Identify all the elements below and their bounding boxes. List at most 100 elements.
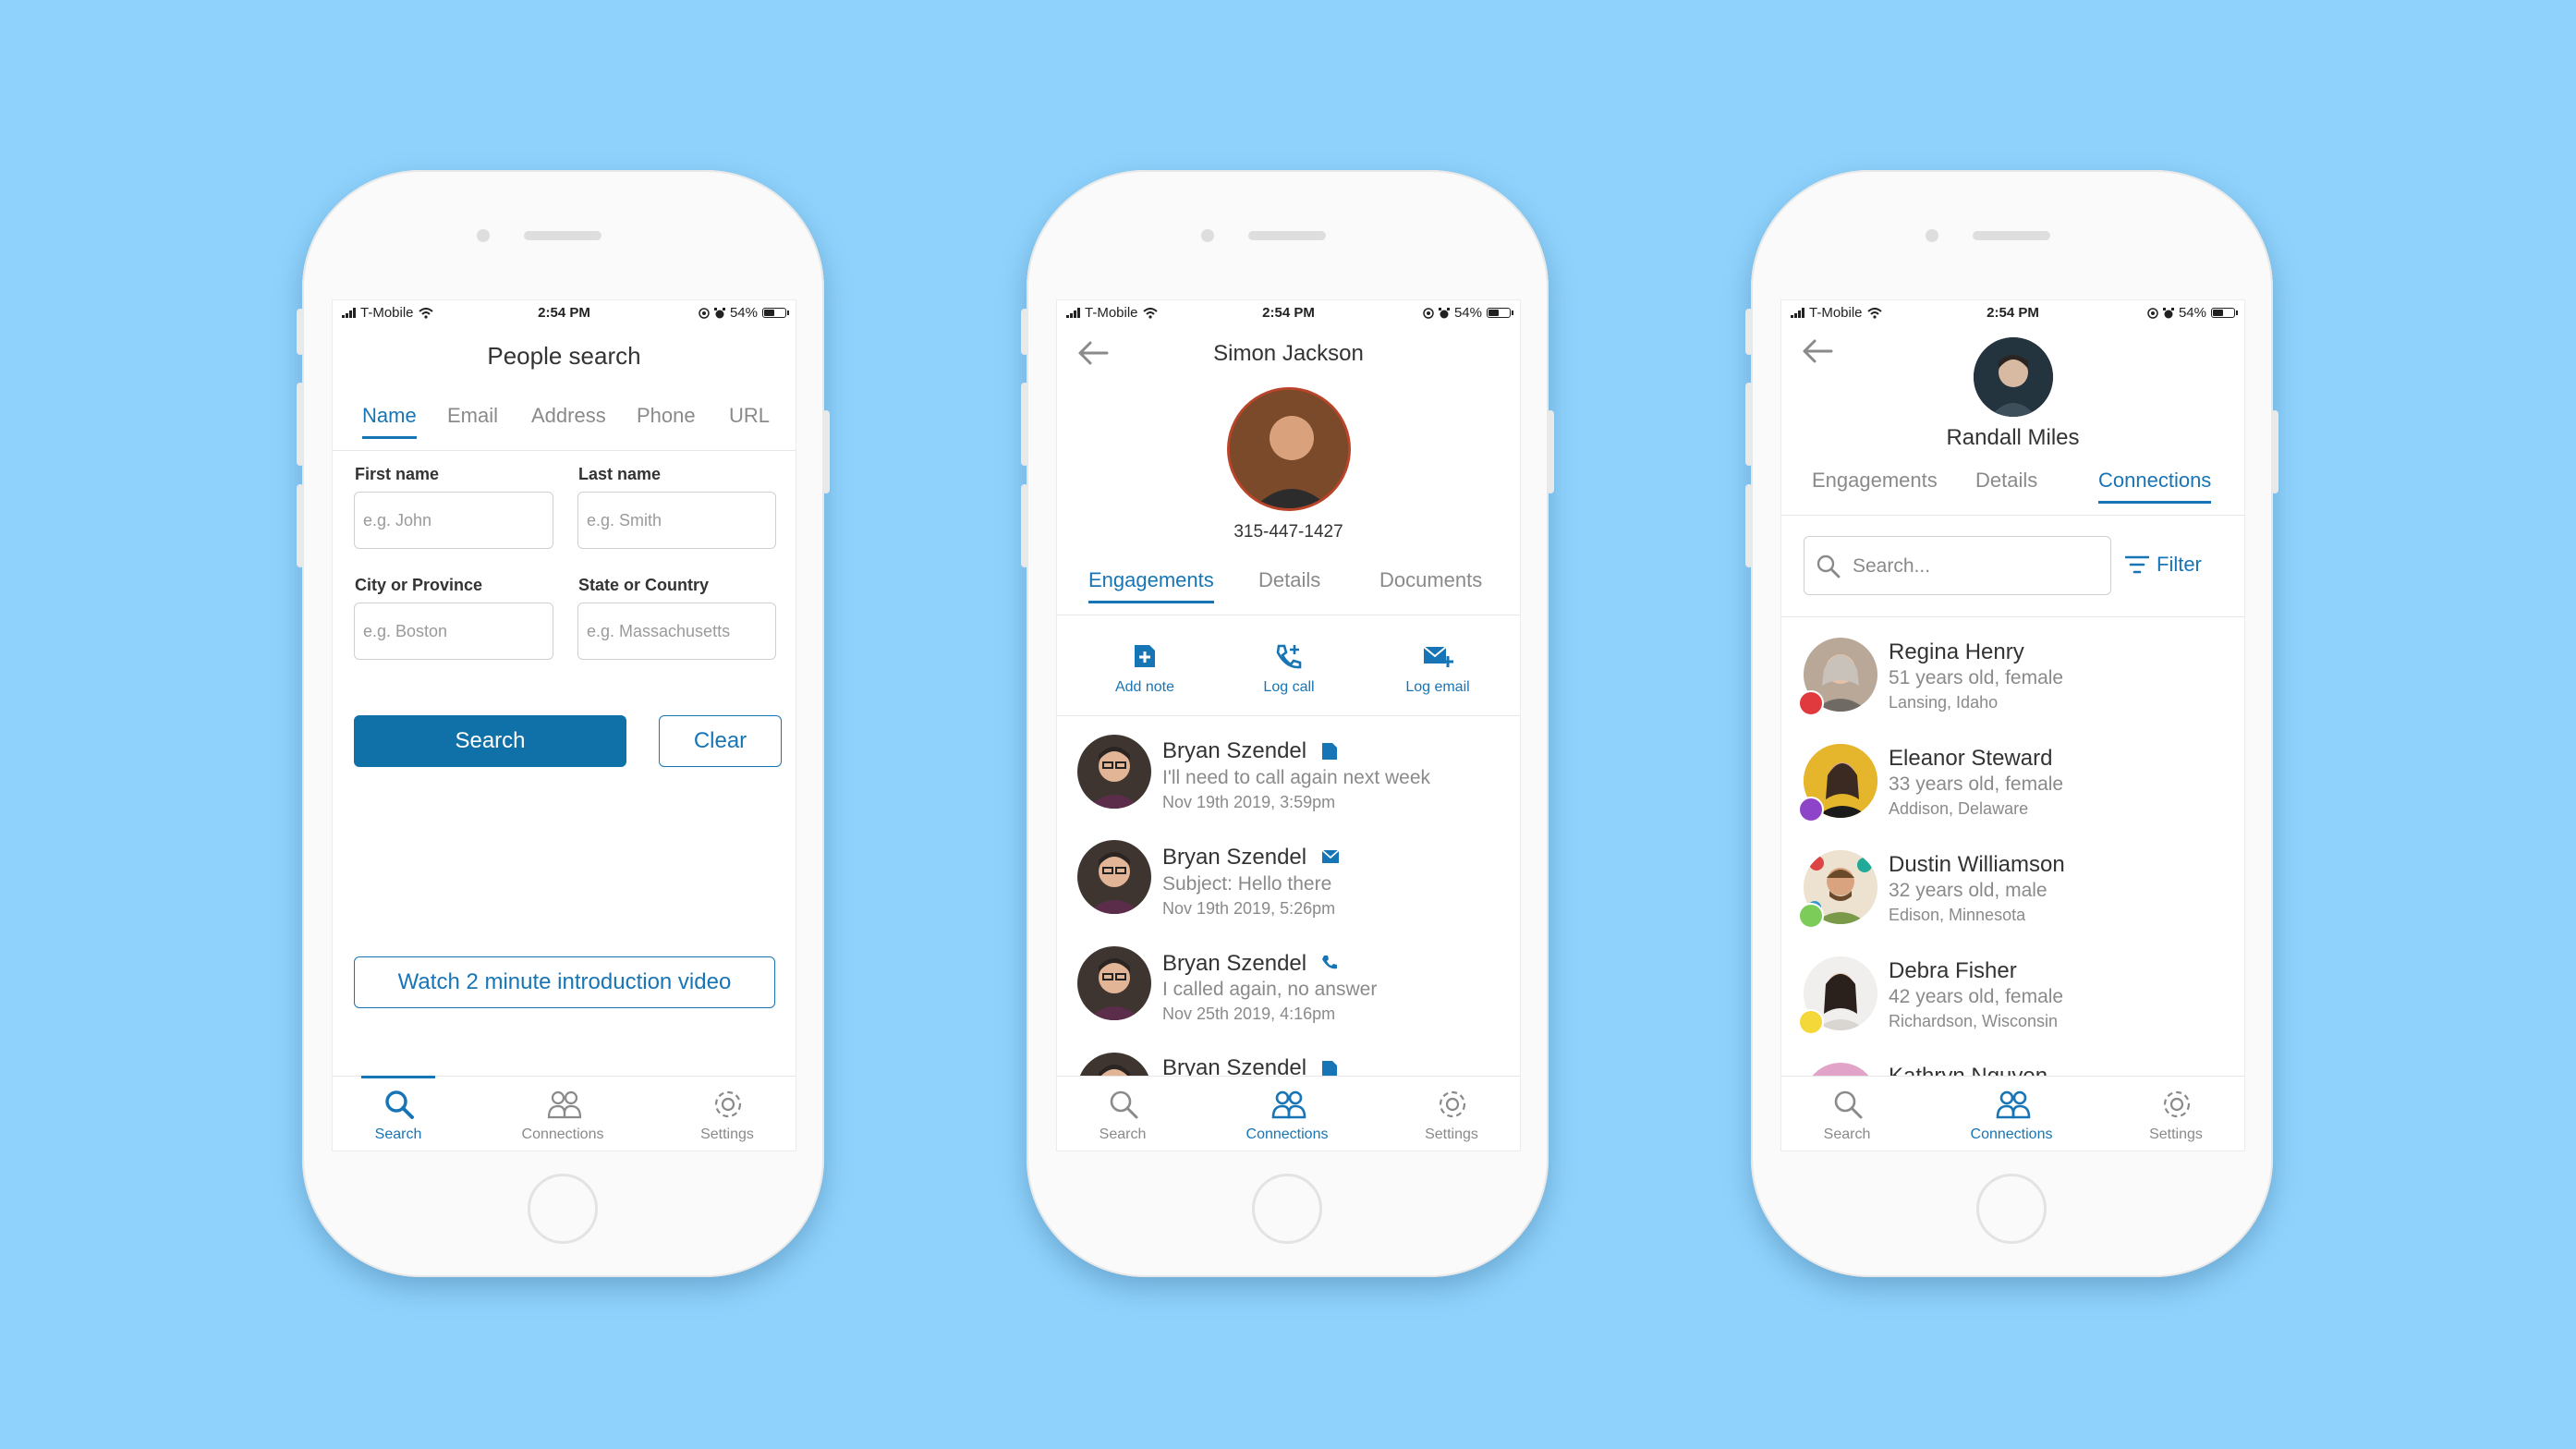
filter-icon [2125, 555, 2149, 574]
home-button[interactable] [1252, 1174, 1322, 1244]
engagement-text: I'll need to call again next week [1162, 767, 1431, 788]
state-input[interactable] [577, 603, 776, 660]
contact-name: Simon Jackson [1213, 341, 1364, 366]
nav-search-label: Search [1099, 1126, 1147, 1142]
contact-name: Randall Miles [1946, 425, 2080, 450]
engagement-date: Nov 19th 2019, 5:26pm [1162, 899, 1336, 918]
tab-name[interactable]: Name [362, 404, 417, 439]
mute-switch [1745, 309, 1753, 355]
power-button [822, 410, 830, 493]
nav-connections-label: Connections [1970, 1126, 2053, 1142]
contact-tabs: Engagements Details Connections [1781, 469, 2244, 516]
state-label: State or Country [578, 576, 710, 594]
contact-avatar [1227, 387, 1351, 511]
search-icon [1110, 1090, 1138, 1119]
connections-icon [547, 1090, 582, 1119]
last-name-input[interactable] [577, 492, 776, 549]
filter-button[interactable]: Filter [2125, 553, 2202, 577]
home-button[interactable] [528, 1174, 598, 1244]
search-type-tabs: Name Email Address Phone URL [333, 404, 796, 451]
intro-video-button[interactable]: Watch 2 minute introduction video [354, 956, 775, 1008]
connection-name: Regina Henry [1889, 639, 2024, 664]
search-input[interactable] [1851, 546, 2104, 587]
log-email-button[interactable]: Log email [1387, 643, 1488, 696]
contact-tabs: Engagements Details Documents [1057, 568, 1520, 615]
power-button [2271, 410, 2278, 493]
volume-up-button [297, 383, 304, 466]
nav-connections[interactable]: Connections [1956, 1077, 2067, 1151]
connection-meta: 51 years old, female [1889, 667, 2064, 688]
earpiece-speaker [1248, 231, 1326, 240]
tab-documents[interactable]: Documents [1379, 568, 1482, 592]
gear-icon [714, 1090, 742, 1118]
nav-settings[interactable]: Settings [672, 1077, 783, 1151]
last-name-label: Last name [578, 465, 662, 483]
front-camera [1201, 229, 1214, 242]
tab-details[interactable]: Details [1258, 568, 1320, 592]
engagement-name: Bryan Szendel [1162, 738, 1307, 763]
battery-icon [762, 308, 789, 318]
filter-label: Filter [2157, 553, 2202, 576]
nav-settings-label: Settings [700, 1126, 754, 1142]
tab-phone[interactable]: Phone [637, 404, 696, 428]
tab-details[interactable]: Details [1975, 469, 2037, 493]
mute-switch [1021, 309, 1028, 355]
log-call-button[interactable]: Log call [1238, 643, 1340, 696]
bottom-nav: Search Connections Settings [1057, 1076, 1520, 1151]
battery-percent: 54% [729, 305, 758, 321]
volume-down-button [297, 484, 304, 567]
search-button[interactable]: Search [354, 715, 626, 767]
tab-address[interactable]: Address [531, 404, 606, 428]
engagement-date: Nov 19th 2019, 3:59pm [1162, 793, 1336, 811]
nav-settings[interactable]: Settings [1396, 1077, 1507, 1151]
earpiece-speaker [524, 231, 601, 240]
nav-settings[interactable]: Settings [2120, 1077, 2231, 1151]
nav-search-label: Search [374, 1126, 422, 1142]
search-icon [1817, 554, 1841, 578]
status-bar: T-Mobile 2:54 PM 54% [1057, 300, 1520, 326]
connection-meta: 42 years old, female [1889, 986, 2064, 1007]
tab-connections[interactable]: Connections [2098, 469, 2212, 504]
log-call-label: Log call [1263, 679, 1315, 695]
alarm-icon [713, 307, 725, 318]
connection-location: Richardson, Wisconsin [1889, 1012, 2059, 1030]
connections-icon [1271, 1090, 1306, 1119]
tab-engagements[interactable]: Engagements [1812, 469, 1938, 493]
bottom-nav: Search Connections Settings [1781, 1076, 2244, 1151]
nav-search[interactable]: Search [343, 1076, 454, 1151]
log-email-label: Log email [1405, 679, 1470, 695]
tab-engagements[interactable]: Engagements [1088, 568, 1214, 603]
status-bar: T-Mobile 2:54 PM 54% [333, 300, 796, 326]
nav-search-label: Search [1823, 1126, 1871, 1142]
tab-url[interactable]: URL [729, 404, 770, 428]
back-arrow-icon[interactable] [1802, 339, 1833, 363]
home-button[interactable] [1976, 1174, 2047, 1244]
clear-button[interactable]: Clear [659, 715, 782, 767]
nav-connections-label: Connections [521, 1126, 604, 1142]
city-input[interactable] [354, 603, 553, 660]
nav-connections[interactable]: Connections [1232, 1077, 1343, 1151]
screen: T-Mobile 2:54 PM 54% People search Name … [332, 299, 796, 1151]
first-name-input[interactable] [354, 492, 553, 549]
engagement-date: Nov 25th 2019, 4:16pm [1162, 1005, 1336, 1023]
phone-contact-engagements: T-Mobile 2:54 PM 54% Simon Jackson 315-4… [1021, 170, 1554, 1277]
tab-email[interactable]: Email [447, 404, 498, 428]
connection-meta: 33 years old, female [1889, 773, 2064, 795]
nav-connections[interactable]: Connections [507, 1077, 618, 1151]
nav-search[interactable]: Search [1067, 1077, 1178, 1151]
email-icon [1321, 849, 1340, 863]
add-note-label: Add note [1114, 679, 1175, 695]
add-note-icon [1135, 645, 1155, 667]
volume-down-button [1021, 484, 1028, 567]
alarm-icon [2162, 307, 2174, 318]
volume-up-button [1021, 383, 1028, 466]
volume-down-button [1745, 484, 1753, 567]
location-icon [1423, 307, 1434, 319]
nav-search[interactable]: Search [1792, 1077, 1902, 1151]
nav-connections-label: Connections [1245, 1126, 1329, 1142]
contact-phone: 315-447-1427 [1233, 522, 1343, 542]
search-icon [385, 1090, 414, 1119]
add-note-button[interactable]: Add note [1094, 643, 1196, 696]
connection-location: Addison, Delaware [1889, 799, 2029, 818]
connections-toolbar: Filter [1781, 516, 2244, 617]
